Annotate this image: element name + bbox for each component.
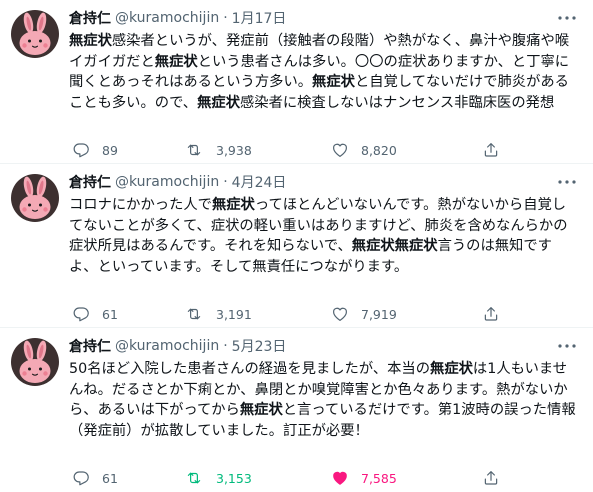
like-count: 7,585 — [361, 470, 397, 486]
share-button[interactable] — [482, 468, 512, 488]
reply-button[interactable]: 61 — [72, 468, 118, 488]
retweet-count: 3,191 — [216, 306, 252, 322]
like-count: 8,820 — [361, 142, 397, 158]
highlight-keyword: 無症状無症状 — [351, 238, 438, 254]
highlight-keyword: 無症状 — [430, 361, 473, 377]
highlight-keyword: 無症状 — [69, 33, 112, 49]
tweet-actions: 61 3,191 7,919 — [69, 304, 519, 324]
display-name[interactable]: 倉持仁 — [69, 172, 111, 192]
tweet[interactable]: 倉持仁 @kuramochijin · 1月17日 無症状感染者というが、発症前… — [0, 0, 593, 164]
more-dots-icon[interactable] — [557, 172, 577, 192]
tweet-text: 50名ほど入院した患者さんの経過を見ましたが、本当の無症状は1人もいませんね。だ… — [69, 361, 576, 439]
user-handle[interactable]: @kuramochijin — [115, 338, 219, 354]
reply-icon — [72, 305, 102, 323]
retweet-count: 3,938 — [216, 142, 252, 158]
retweet-icon — [184, 469, 216, 487]
rabbit-avatar-icon[interactable] — [11, 10, 59, 58]
rabbit-avatar-icon[interactable] — [11, 174, 59, 222]
reply-icon — [72, 141, 102, 159]
retweet-button[interactable]: 3,191 — [184, 304, 252, 324]
share-button[interactable] — [482, 140, 512, 160]
share-icon — [482, 141, 512, 159]
tweet-date[interactable]: 1月17日 — [232, 8, 287, 28]
share-icon — [482, 305, 512, 323]
highlight-keyword: 無症状 — [239, 402, 283, 418]
like-button[interactable]: 7,919 — [331, 304, 397, 324]
tweet[interactable]: 倉持仁 @kuramochijin · 5月23日 50名ほど入院した患者さんの… — [0, 328, 593, 492]
like-button[interactable]: 8,820 — [331, 140, 397, 160]
tweet[interactable]: 倉持仁 @kuramochijin · 4月24日 コロナにかかった人で無症状っ… — [0, 164, 593, 328]
tweet-header: 倉持仁 @kuramochijin · 1月17日 — [69, 8, 286, 28]
reply-count: 61 — [102, 470, 118, 486]
reply-button[interactable]: 61 — [72, 304, 118, 324]
retweet-count: 3,153 — [216, 470, 252, 486]
more-dots-icon[interactable] — [557, 8, 577, 28]
user-handle[interactable]: @kuramochijin — [115, 10, 219, 26]
reply-button[interactable]: 89 — [72, 140, 118, 160]
tweet-actions: 89 3,938 8,820 — [69, 140, 519, 160]
user-handle[interactable]: @kuramochijin — [115, 174, 219, 190]
more-dots-icon[interactable] — [557, 336, 577, 356]
share-button[interactable] — [482, 304, 512, 324]
tweet-header: 倉持仁 @kuramochijin · 4月24日 — [69, 172, 286, 192]
separator: · — [223, 338, 228, 354]
tweet-text: 無症状感染者というが、発症前（接触者の段階）や熱がなく、鼻汁や腹痛や喉イガイガだ… — [69, 33, 570, 111]
tweet-text: コロナにかかった人で無症状ってほとんどいないんです。熱がないから自覚してないこと… — [69, 197, 568, 275]
heart-icon — [331, 469, 361, 487]
heart-icon — [331, 141, 361, 159]
retweet-button[interactable]: 3,153 — [184, 468, 252, 488]
like-button[interactable]: 7,585 — [331, 468, 397, 488]
tweet-date[interactable]: 4月24日 — [232, 172, 287, 192]
like-count: 7,919 — [361, 306, 397, 322]
highlight-keyword: 無症状 — [197, 94, 240, 111]
reply-count: 89 — [102, 142, 118, 158]
reply-count: 61 — [102, 306, 118, 322]
retweet-icon — [184, 305, 216, 323]
separator: · — [223, 10, 228, 26]
highlight-keyword: 無症状 — [211, 197, 255, 213]
tweet-timeline: 倉持仁 @kuramochijin · 1月17日 無症状感染者というが、発症前… — [0, 0, 593, 492]
highlight-keyword: 無症状 — [312, 74, 355, 90]
display-name[interactable]: 倉持仁 — [69, 8, 111, 28]
separator: · — [223, 174, 228, 190]
tweet-date[interactable]: 5月23日 — [232, 336, 287, 356]
reply-icon — [72, 469, 102, 487]
tweet-header: 倉持仁 @kuramochijin · 5月23日 — [69, 336, 286, 356]
retweet-button[interactable]: 3,938 — [184, 140, 252, 160]
rabbit-avatar-icon[interactable] — [11, 338, 59, 386]
heart-icon — [331, 305, 361, 323]
tweet-actions: 61 3,153 7,585 — [69, 468, 519, 488]
display-name[interactable]: 倉持仁 — [69, 336, 111, 356]
retweet-icon — [184, 141, 216, 159]
share-icon — [482, 469, 512, 487]
highlight-keyword: 無症状 — [154, 53, 198, 70]
